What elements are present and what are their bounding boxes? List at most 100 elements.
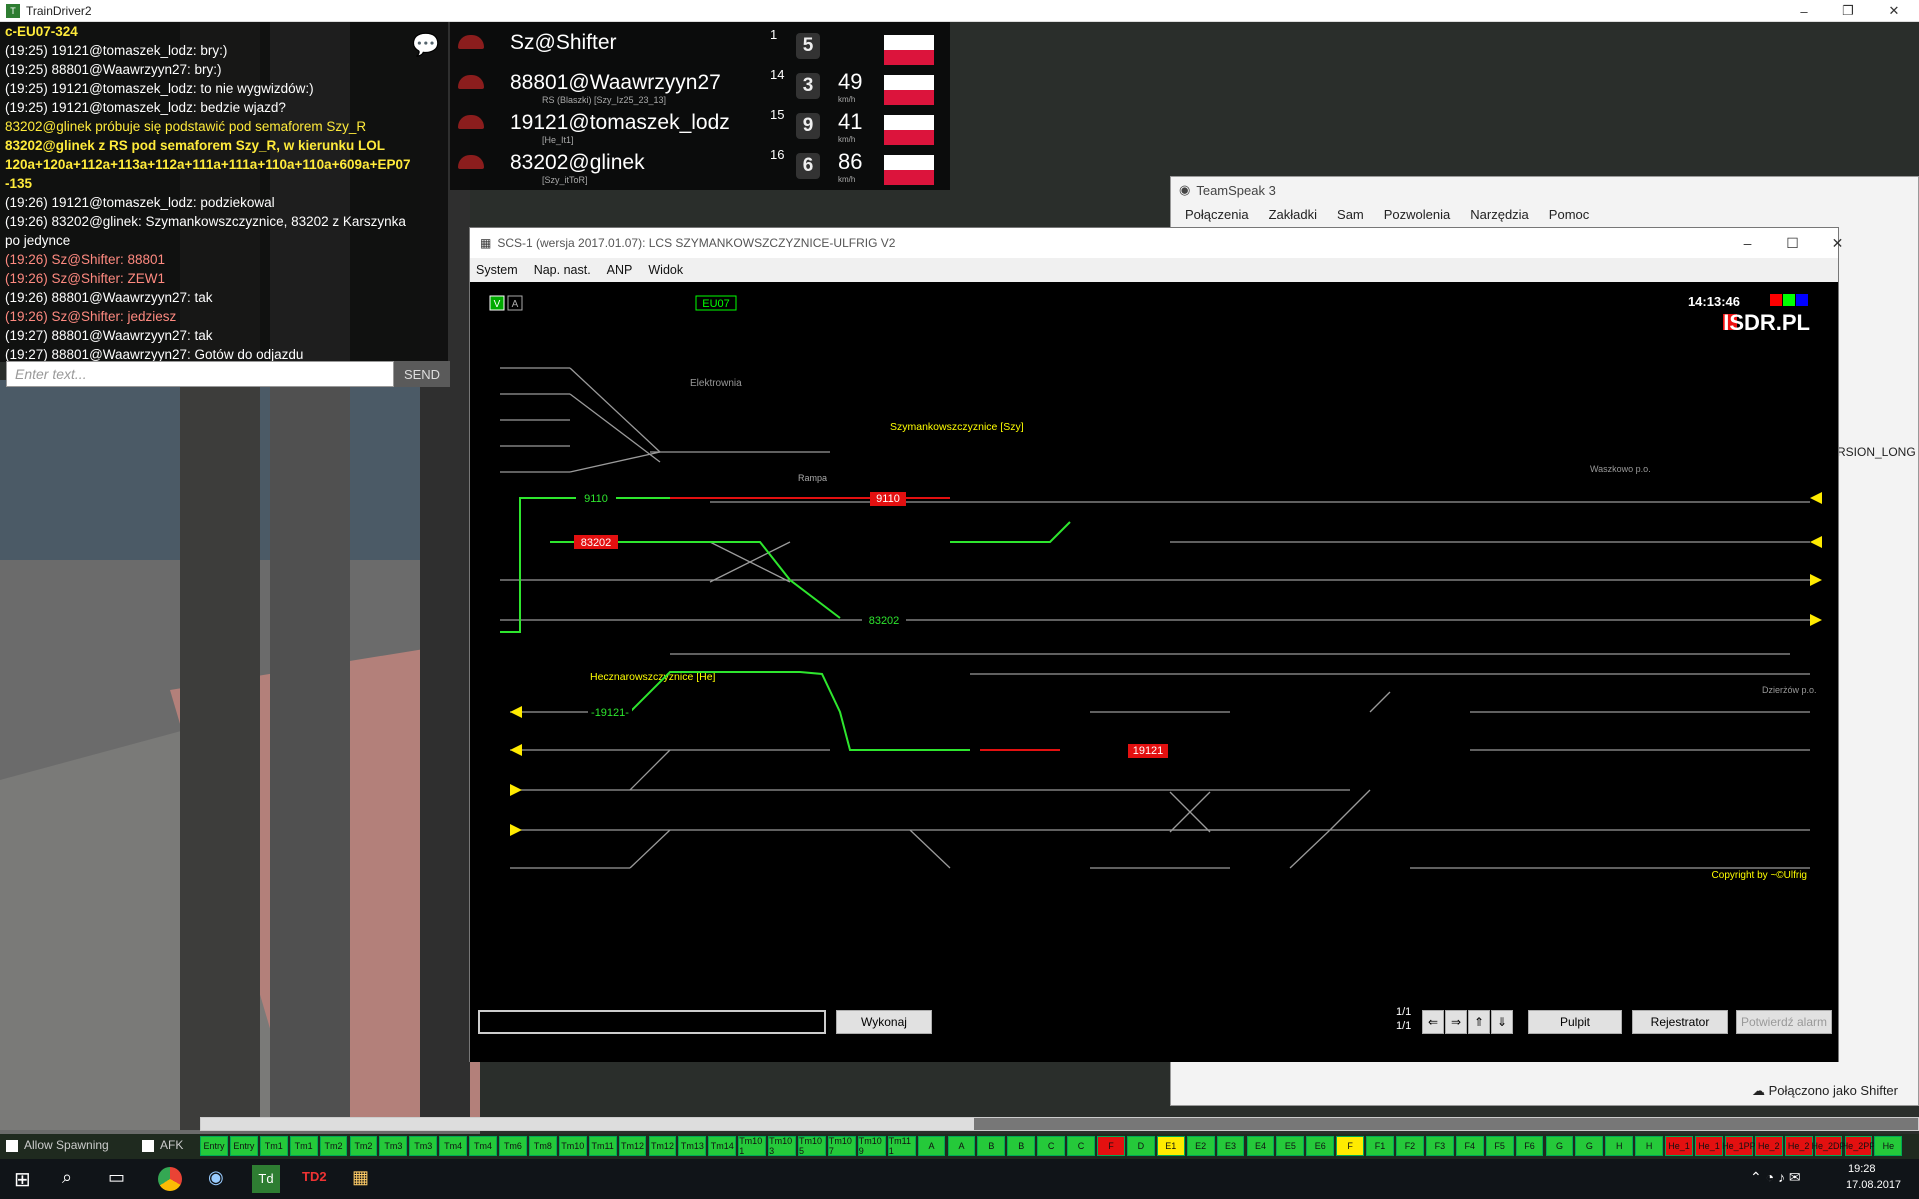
route-button[interactable]: Tm1 xyxy=(289,1136,318,1156)
train-label-5[interactable]: 19121 xyxy=(1133,745,1164,757)
route-button[interactable]: Tm12 xyxy=(618,1136,647,1156)
route-button[interactable]: F3 xyxy=(1425,1136,1454,1156)
route-button[interactable]: Tm10 9 xyxy=(857,1136,886,1156)
chat-input[interactable]: Enter text... xyxy=(6,361,394,387)
scs-menu-item[interactable]: Nap. nast. xyxy=(534,263,591,277)
route-button[interactable]: F2 xyxy=(1396,1136,1424,1156)
route-button[interactable]: E6 xyxy=(1306,1136,1335,1156)
route-button[interactable]: H xyxy=(1635,1136,1664,1156)
allow-spawning-toggle[interactable]: Allow Spawning xyxy=(6,1138,109,1152)
scs-minimize-button[interactable]: – xyxy=(1725,228,1770,258)
scs-menu-item[interactable]: ANP xyxy=(607,263,633,277)
teamspeak-menu-item[interactable]: Połączenia xyxy=(1185,207,1249,222)
route-button[interactable]: He xyxy=(1874,1136,1903,1156)
route-button[interactable]: Tm6 xyxy=(499,1136,527,1156)
route-button[interactable]: B xyxy=(977,1136,1006,1156)
route-button[interactable]: Tm4 xyxy=(469,1136,497,1156)
route-button[interactable]: Tm8 xyxy=(528,1136,557,1156)
a-indicator[interactable]: A xyxy=(512,299,519,310)
route-button[interactable]: Tm10 5 xyxy=(798,1136,826,1156)
chat-log[interactable]: c-EU07-324 (19:25) 19121@tomaszek_lodz: b… xyxy=(0,22,448,362)
route-button[interactable]: C xyxy=(1067,1136,1095,1156)
rejestrator-button[interactable]: Rejestrator xyxy=(1632,1010,1728,1034)
route-button[interactable]: He_1 xyxy=(1695,1136,1723,1156)
route-button[interactable]: Tm2 xyxy=(349,1136,378,1156)
route-button[interactable]: C xyxy=(1037,1136,1066,1156)
teamspeak-menu-item[interactable]: Pozwolenia xyxy=(1384,207,1451,222)
scs-window[interactable]: ▦ SCS-1 (wersja 2017.01.07): LCS SZYMANK… xyxy=(469,227,1843,1062)
route-button[interactable]: E1 xyxy=(1156,1136,1185,1156)
route-button[interactable]: A xyxy=(947,1136,976,1156)
route-button[interactable]: Tm10 1 xyxy=(738,1136,767,1156)
route-button[interactable]: He_2 xyxy=(1784,1136,1813,1156)
route-button[interactable]: He_2 xyxy=(1754,1136,1783,1156)
scs-taskbar-icon[interactable]: ▦ xyxy=(352,1167,369,1188)
traindriver-taskbar-icon[interactable]: Td xyxy=(252,1165,280,1193)
route-button[interactable]: Tm3 xyxy=(409,1136,438,1156)
route-button[interactable]: Tm10 3 xyxy=(768,1136,796,1156)
send-button[interactable]: SEND xyxy=(394,361,450,387)
route-button[interactable]: G xyxy=(1545,1136,1574,1156)
scs-close-button[interactable]: ✕ xyxy=(1815,228,1860,258)
route-button[interactable]: Tm11 1 xyxy=(887,1136,916,1156)
train-label-1[interactable]: 9110 xyxy=(584,493,608,505)
task-view-icon[interactable]: ▭ xyxy=(108,1167,125,1188)
pulpit-button[interactable]: Pulpit xyxy=(1528,1010,1622,1034)
train-label-3[interactable]: 9110 xyxy=(876,493,900,505)
route-button[interactable]: He_1 xyxy=(1665,1136,1693,1156)
route-button[interactable]: He_2PP xyxy=(1842,1136,1875,1156)
teamspeak-menu-item[interactable]: Narzędzia xyxy=(1470,207,1529,222)
execute-button[interactable]: Wykonaj xyxy=(836,1010,932,1034)
up-button[interactable]: ⇑ xyxy=(1468,1010,1490,1034)
route-button[interactable]: H xyxy=(1605,1136,1634,1156)
route-button[interactable]: Tm13 xyxy=(678,1136,707,1156)
player-row[interactable]: 88801@Waawrzyyn27 RS (Blaszki) [Szy_Iz25_… xyxy=(450,67,950,107)
train-label-6[interactable]: -19121- xyxy=(591,707,629,719)
scs-menu-item[interactable]: System xyxy=(476,263,518,277)
close-button[interactable]: ✕ xyxy=(1876,0,1912,22)
player-row[interactable]: 83202@glinek [Szy_itToR] 16 6 86 km/h xyxy=(450,147,950,187)
route-button[interactable]: He_1PP xyxy=(1722,1136,1756,1156)
route-button[interactable]: F4 xyxy=(1455,1136,1484,1156)
start-icon[interactable]: ⊞ xyxy=(14,1167,31,1192)
command-input[interactable] xyxy=(478,1010,826,1034)
confirm-alarm-button[interactable]: Potwierdź alarm xyxy=(1736,1010,1832,1034)
route-button[interactable]: Tm2 xyxy=(319,1136,348,1156)
down-button[interactable]: ⇓ xyxy=(1491,1010,1513,1034)
scs-maximize-button[interactable]: ☐ xyxy=(1770,228,1815,258)
td2-taskbar-icon[interactable]: TD2 xyxy=(302,1169,327,1184)
route-button[interactable]: E5 xyxy=(1276,1136,1305,1156)
chrome-icon[interactable] xyxy=(158,1167,182,1191)
search-icon[interactable]: ⌕ xyxy=(62,1167,72,1188)
maximize-button[interactable]: ❐ xyxy=(1830,0,1866,22)
route-button[interactable]: Tm10 xyxy=(558,1136,587,1156)
route-button[interactable]: F xyxy=(1097,1136,1125,1156)
route-button[interactable]: Tm3 xyxy=(379,1136,408,1156)
tray-icons[interactable]: ⌃ ◔ ♪ ✉ xyxy=(1750,1169,1801,1186)
route-button[interactable]: D xyxy=(1126,1136,1155,1156)
route-button[interactable]: Tm14 xyxy=(708,1136,737,1156)
left-button[interactable]: ⇐ xyxy=(1422,1010,1444,1034)
route-button[interactable]: F xyxy=(1336,1136,1365,1156)
route-button[interactable]: Tm12 xyxy=(648,1136,677,1156)
route-button[interactable]: Tm10 7 xyxy=(827,1136,856,1156)
route-button[interactable]: E2 xyxy=(1186,1136,1215,1156)
train-label-4[interactable]: 83202 xyxy=(869,615,900,627)
route-button[interactable]: A xyxy=(917,1136,946,1156)
afk-toggle[interactable]: AFK xyxy=(142,1138,183,1152)
route-button[interactable]: Entry xyxy=(200,1136,228,1156)
route-button[interactable]: Tm11 xyxy=(588,1136,617,1156)
route-button[interactable]: Tm1 xyxy=(259,1136,288,1156)
track-scheme[interactable]: V A EU07 14:13:46 ISDR.PL Elektrownia Sz… xyxy=(470,282,1838,1002)
teamspeak-taskbar-icon[interactable]: ◉ xyxy=(208,1167,224,1188)
scs-menu-item[interactable]: Widok xyxy=(648,263,683,277)
player-row[interactable]: 19121@tomaszek_lodz [He_It1] 15 9 41 km/h xyxy=(450,107,950,147)
route-button[interactable]: He_2DP xyxy=(1812,1136,1846,1156)
teamspeak-menu-item[interactable]: Zakładki xyxy=(1269,207,1317,222)
route-button[interactable]: F1 xyxy=(1366,1136,1394,1156)
player-row[interactable]: Sz@Shifter 1 5 xyxy=(450,27,950,67)
route-button[interactable]: E4 xyxy=(1246,1136,1275,1156)
v-indicator[interactable]: V xyxy=(494,299,501,310)
route-button[interactable]: F6 xyxy=(1515,1136,1544,1156)
route-button[interactable]: E3 xyxy=(1216,1136,1245,1156)
